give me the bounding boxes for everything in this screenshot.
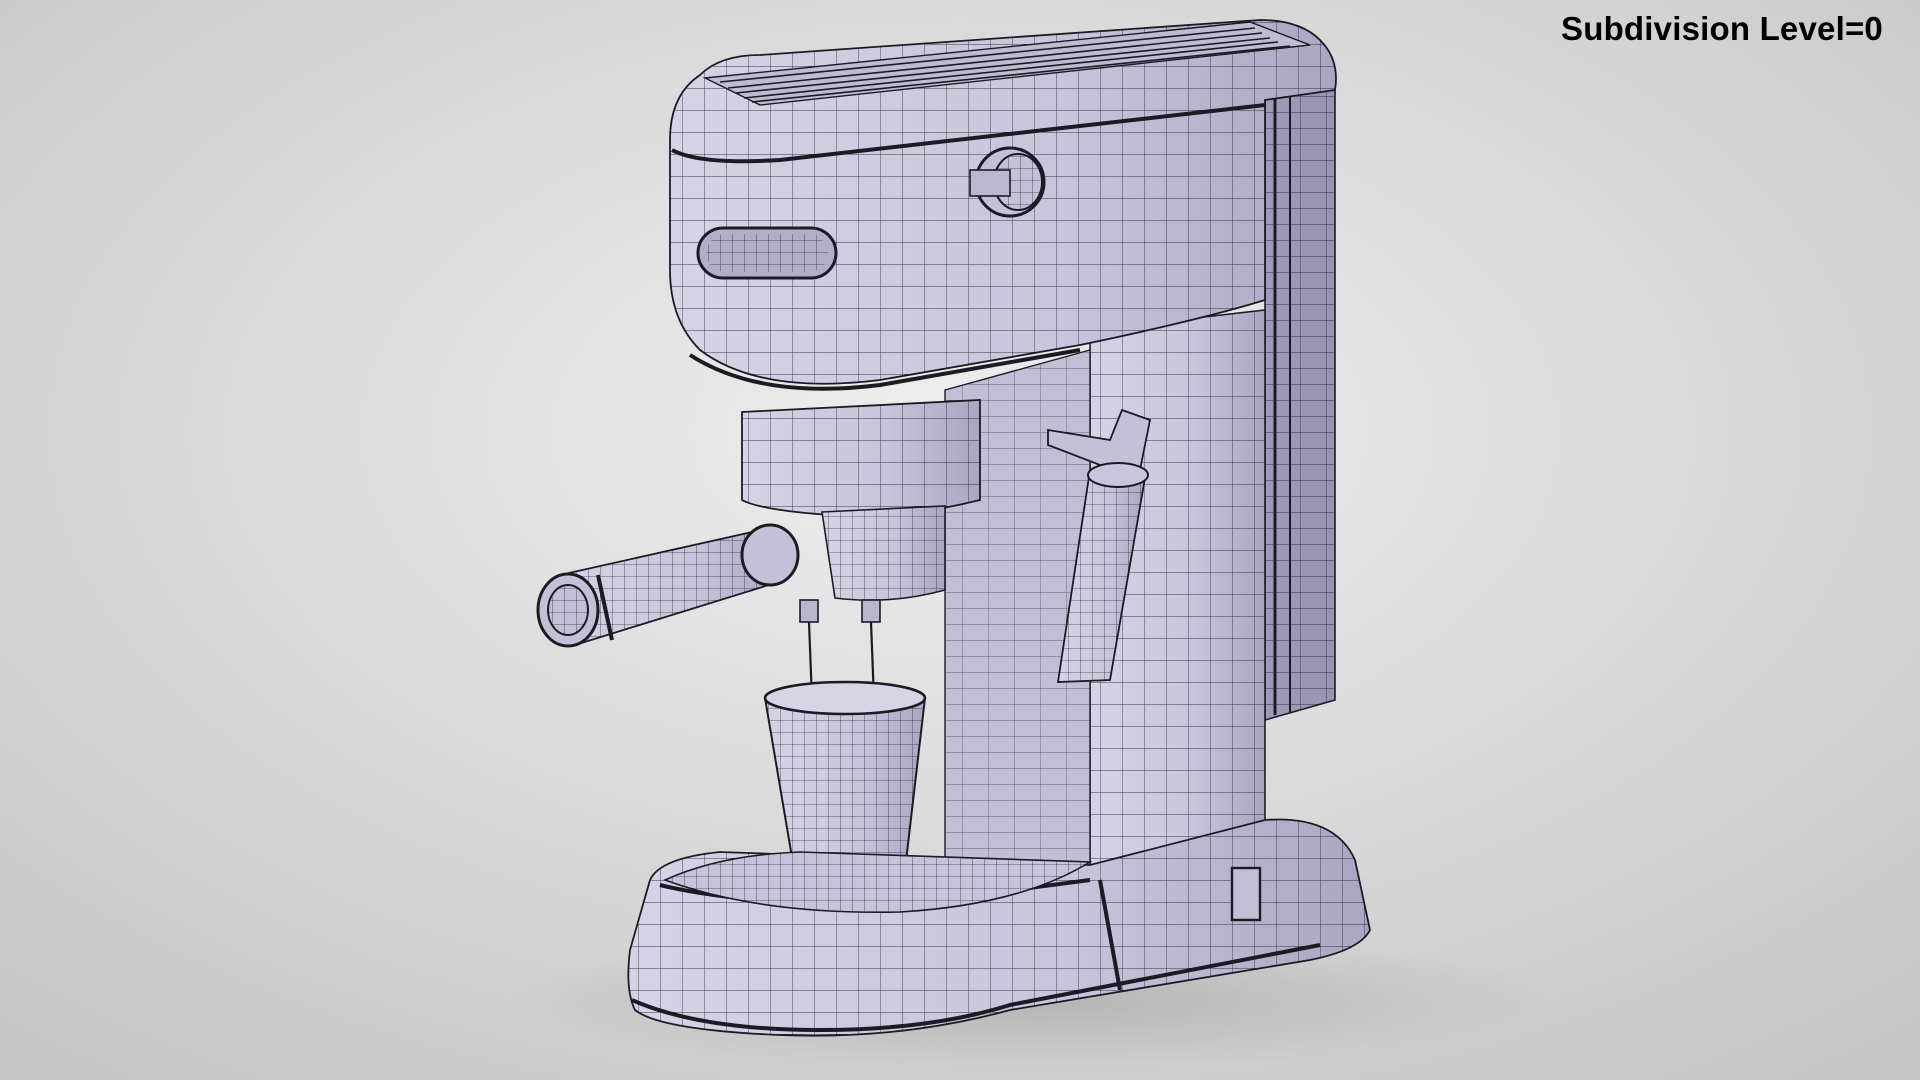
subdivision-level-label: Subdivision Level=0 — [1561, 10, 1883, 47]
wireframe-render — [0, 0, 1920, 1080]
render-viewport: Subdivision Level=0 — [0, 0, 1920, 1080]
power-switch — [1230, 866, 1262, 922]
